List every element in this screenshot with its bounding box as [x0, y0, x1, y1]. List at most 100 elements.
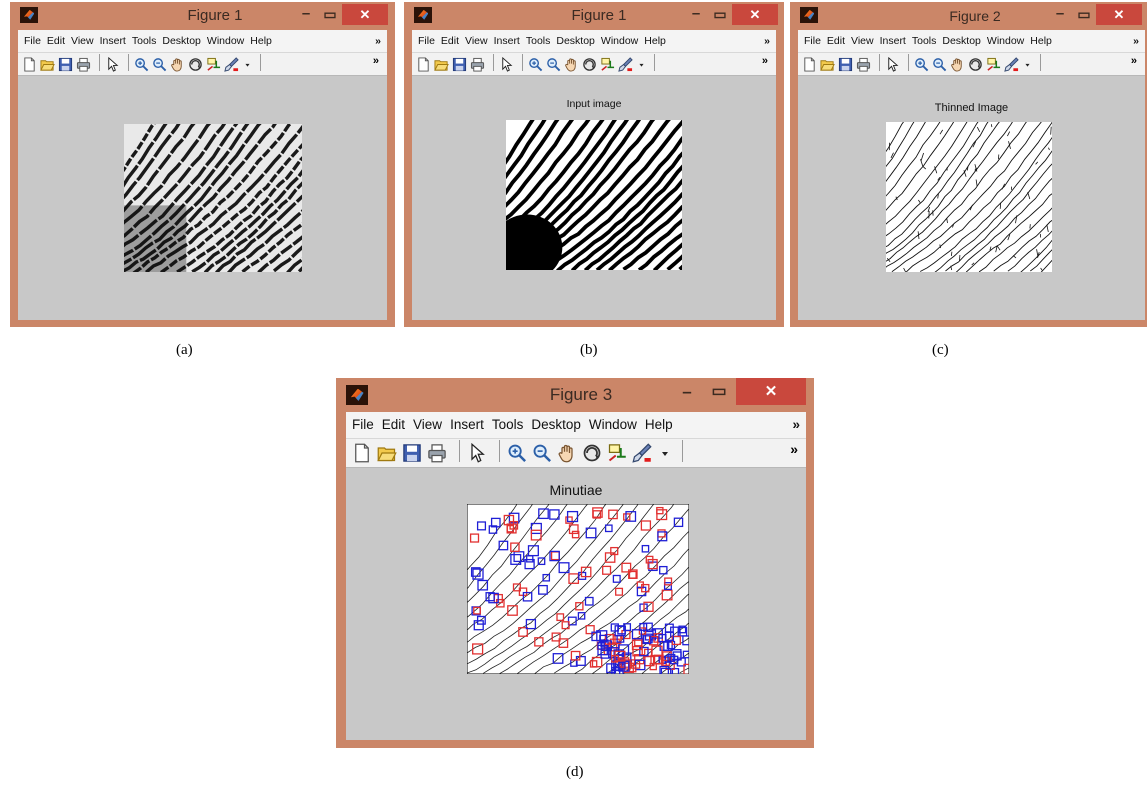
menu-desktop[interactable]: Desktop: [942, 30, 981, 52]
close-button[interactable]: ✕: [732, 4, 778, 25]
toolbar-overflow-icon[interactable]: »: [373, 55, 379, 67]
menu-window[interactable]: Window: [987, 30, 1024, 52]
menu-insert[interactable]: Insert: [494, 30, 520, 52]
print-icon[interactable]: [427, 443, 447, 463]
pan-hand-icon[interactable]: [557, 443, 577, 463]
minimize-button[interactable]: –: [684, 5, 708, 25]
figure-window-c[interactable]: Figure 2 – ▭ ✕ File Edit View Insert Tools De…: [790, 2, 1147, 327]
data-cursor-icon[interactable]: [206, 57, 221, 72]
pan-hand-icon[interactable]: [564, 57, 579, 72]
pointer-icon[interactable]: [885, 56, 900, 72]
pan-hand-icon[interactable]: [950, 57, 965, 72]
new-figure-icon[interactable]: [352, 443, 372, 463]
zoom-out-icon[interactable]: [152, 57, 167, 72]
brush-icon[interactable]: [632, 443, 652, 463]
menu-desktop[interactable]: Desktop: [162, 30, 201, 52]
new-figure-icon[interactable]: [22, 56, 37, 72]
menu-view[interactable]: View: [413, 412, 442, 438]
menu-overflow-icon[interactable]: »: [792, 412, 800, 438]
menu-insert[interactable]: Insert: [450, 412, 484, 438]
dropdown-arrow-icon[interactable]: [242, 59, 253, 70]
save-icon[interactable]: [452, 57, 467, 72]
close-button[interactable]: ✕: [1096, 4, 1142, 25]
menu-view[interactable]: View: [851, 30, 874, 52]
title-bar[interactable]: Figure 3 – ▭ ✕: [336, 378, 814, 412]
zoom-in-icon[interactable]: [914, 57, 929, 72]
menu-help[interactable]: Help: [644, 30, 666, 52]
save-icon[interactable]: [58, 57, 73, 72]
toolbar-overflow-icon[interactable]: »: [790, 441, 798, 457]
pan-hand-icon[interactable]: [170, 57, 185, 72]
brush-icon[interactable]: [1004, 56, 1019, 72]
open-file-icon[interactable]: [434, 57, 449, 72]
zoom-in-icon[interactable]: [528, 57, 543, 72]
menu-overflow-icon[interactable]: »: [375, 30, 381, 52]
menu-insert[interactable]: Insert: [880, 30, 906, 52]
open-file-icon[interactable]: [377, 443, 397, 463]
dropdown-arrow-icon[interactable]: [657, 445, 673, 461]
minimize-button[interactable]: –: [294, 5, 318, 25]
menu-help[interactable]: Help: [1030, 30, 1052, 52]
zoom-in-icon[interactable]: [134, 57, 149, 72]
pointer-icon[interactable]: [499, 56, 514, 72]
brush-icon[interactable]: [224, 56, 239, 72]
pointer-icon[interactable]: [105, 56, 120, 72]
menu-help[interactable]: Help: [645, 412, 673, 438]
dropdown-arrow-icon[interactable]: [636, 59, 647, 70]
save-icon[interactable]: [838, 57, 853, 72]
save-icon[interactable]: [402, 443, 422, 463]
print-icon[interactable]: [76, 57, 91, 72]
menu-window[interactable]: Window: [589, 412, 637, 438]
new-figure-icon[interactable]: [802, 56, 817, 72]
print-icon[interactable]: [470, 57, 485, 72]
maximize-button[interactable]: ▭: [318, 5, 342, 25]
menu-desktop[interactable]: Desktop: [531, 412, 581, 438]
menu-edit[interactable]: Edit: [827, 30, 845, 52]
rotate-3d-icon[interactable]: [188, 57, 203, 72]
menu-edit[interactable]: Edit: [441, 30, 459, 52]
title-bar[interactable]: Figure 1 – ▭ ✕: [404, 2, 784, 30]
data-cursor-icon[interactable]: [986, 57, 1001, 72]
toolbar-overflow-icon[interactable]: »: [1131, 55, 1137, 67]
menu-view[interactable]: View: [71, 30, 94, 52]
menu-window[interactable]: Window: [207, 30, 244, 52]
menu-file[interactable]: File: [804, 30, 821, 52]
new-figure-icon[interactable]: [416, 56, 431, 72]
menu-tools[interactable]: Tools: [912, 30, 937, 52]
menu-overflow-icon[interactable]: »: [1133, 30, 1139, 52]
menu-edit[interactable]: Edit: [47, 30, 65, 52]
menu-tools[interactable]: Tools: [132, 30, 157, 52]
menu-overflow-icon[interactable]: »: [764, 30, 770, 52]
rotate-3d-icon[interactable]: [968, 57, 983, 72]
maximize-button[interactable]: ▭: [708, 5, 732, 25]
maximize-button[interactable]: ▭: [1072, 5, 1096, 25]
open-file-icon[interactable]: [40, 57, 55, 72]
close-button[interactable]: ✕: [736, 378, 806, 405]
menu-file[interactable]: File: [24, 30, 41, 52]
menu-tools[interactable]: Tools: [526, 30, 551, 52]
title-bar[interactable]: Figure 2 – ▭ ✕: [790, 2, 1147, 30]
rotate-3d-icon[interactable]: [582, 57, 597, 72]
rotate-3d-icon[interactable]: [582, 443, 602, 463]
menu-file[interactable]: File: [352, 412, 374, 438]
data-cursor-icon[interactable]: [607, 443, 627, 463]
minimize-button[interactable]: –: [1048, 5, 1072, 25]
data-cursor-icon[interactable]: [600, 57, 615, 72]
figure-window-b[interactable]: Figure 1 – ▭ ✕ File Edit View Insert Tools De…: [404, 2, 784, 327]
zoom-out-icon[interactable]: [932, 57, 947, 72]
minimize-button[interactable]: –: [672, 381, 702, 405]
toolbar-overflow-icon[interactable]: »: [762, 55, 768, 67]
menu-file[interactable]: File: [418, 30, 435, 52]
maximize-button[interactable]: ▭: [704, 381, 734, 405]
figure-window-d[interactable]: Figure 3 – ▭ ✕ File Edit View Insert Tools De…: [336, 378, 814, 748]
print-icon[interactable]: [856, 57, 871, 72]
zoom-in-icon[interactable]: [507, 443, 527, 463]
pointer-icon[interactable]: [467, 443, 487, 463]
figure-window-a[interactable]: Figure 1 – ▭ ✕ File Edit View Insert Tools De…: [10, 2, 395, 327]
menu-desktop[interactable]: Desktop: [556, 30, 595, 52]
brush-icon[interactable]: [618, 56, 633, 72]
open-file-icon[interactable]: [820, 57, 835, 72]
zoom-out-icon[interactable]: [546, 57, 561, 72]
menu-edit[interactable]: Edit: [382, 412, 405, 438]
menu-tools[interactable]: Tools: [492, 412, 524, 438]
